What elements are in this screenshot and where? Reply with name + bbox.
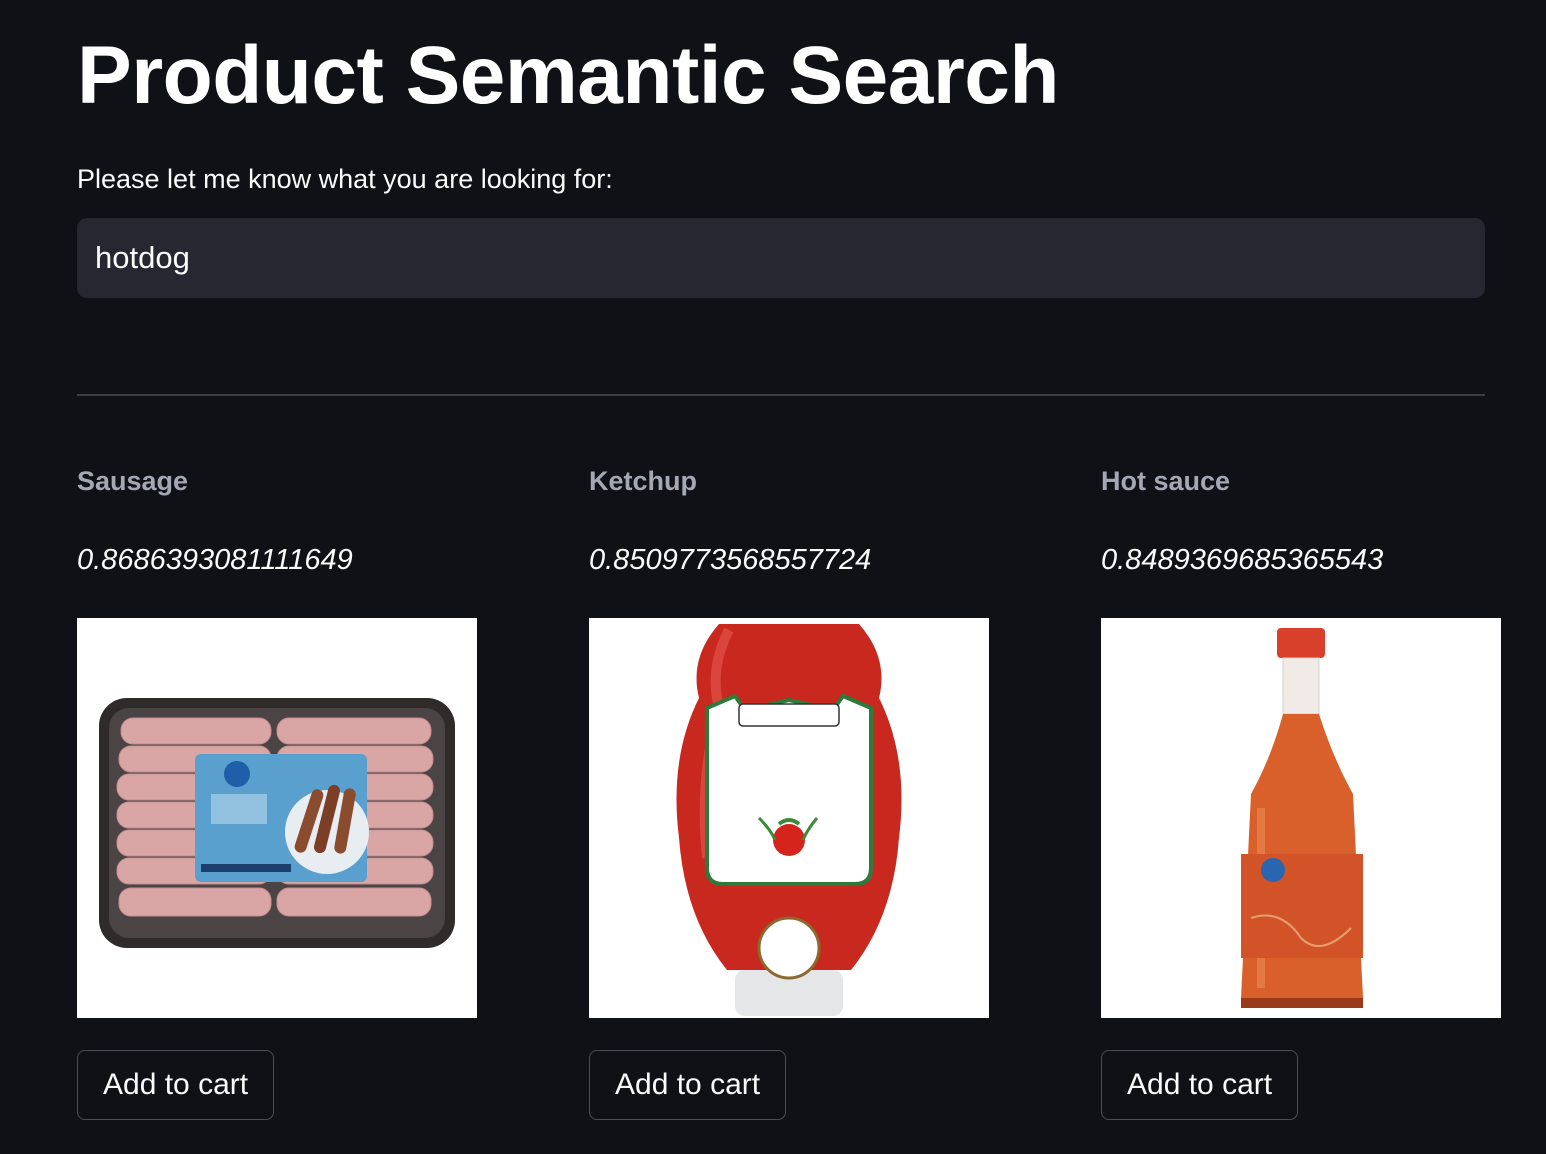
page-title: Product Semantic Search — [77, 30, 1059, 121]
app-page: Product Semantic Search Please let me kn… — [0, 0, 1546, 1154]
result-score: 0.8686393081111649 — [77, 544, 353, 576]
sausage-package-image — [99, 698, 455, 948]
result-score: 0.8509773568557724 — [589, 544, 872, 576]
search-field[interactable] — [77, 218, 1485, 298]
product-image — [77, 618, 477, 1018]
add-to-cart-button[interactable]: Add to cart — [589, 1050, 787, 1120]
hot-sauce-bottle-image — [1241, 628, 1363, 1008]
add-to-cart-button[interactable]: Add to cart — [1101, 1050, 1299, 1120]
divider — [77, 394, 1485, 396]
result-name: Sausage — [77, 466, 189, 496]
result-name: Hot sauce — [1101, 466, 1231, 496]
product-image — [589, 618, 989, 1018]
search-label: Please let me know what you are looking … — [77, 164, 613, 194]
add-to-cart-button[interactable]: Add to cart — [77, 1050, 275, 1120]
search-input[interactable] — [95, 240, 1467, 276]
ketchup-bottle-image — [676, 624, 902, 1016]
product-image — [1101, 618, 1501, 1018]
result-score: 0.8489369685365543 — [1101, 544, 1384, 576]
result-name: Ketchup — [589, 466, 697, 496]
